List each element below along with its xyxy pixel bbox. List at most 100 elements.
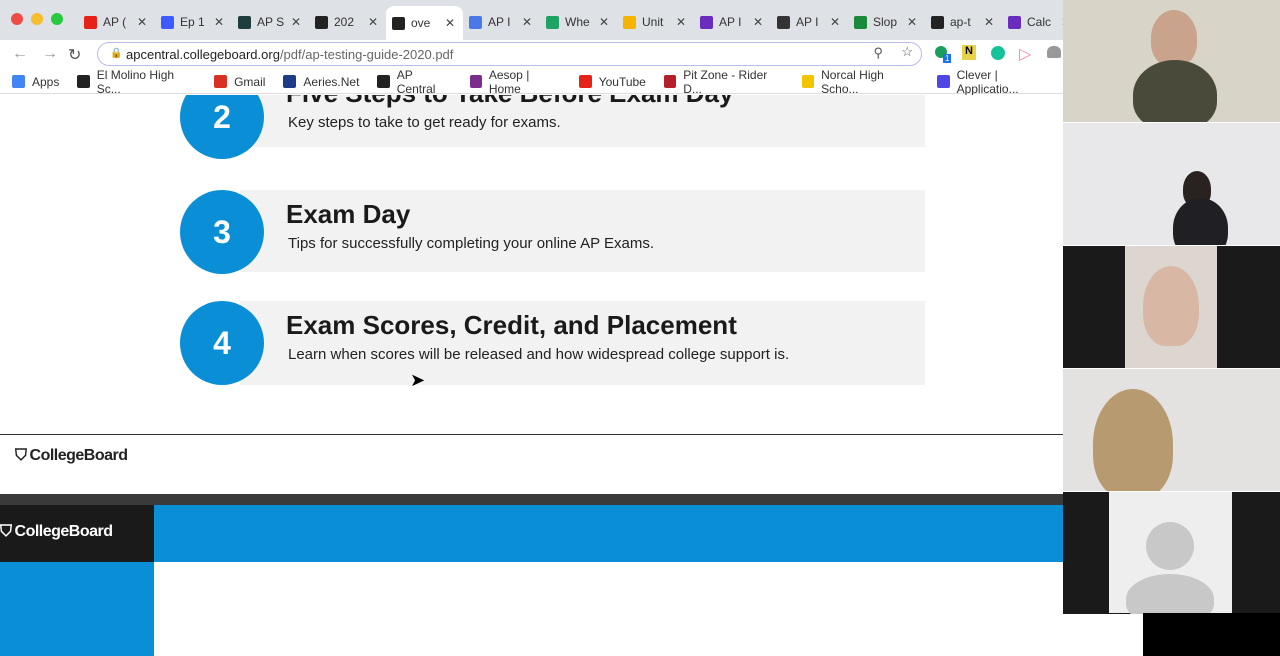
banner-blue-band — [154, 505, 1063, 562]
close-tab-icon[interactable]: ✕ — [291, 15, 301, 29]
tab[interactable]: Unit ✕ — [617, 8, 694, 36]
youtube-icon — [84, 15, 97, 29]
tab[interactable]: AP I ✕ — [463, 8, 540, 36]
bookmark[interactable]: Norcal High Scho... — [801, 68, 919, 96]
tab[interactable]: ap-t ✕ — [925, 8, 1002, 36]
close-tab-icon[interactable]: ✕ — [907, 15, 917, 29]
bookmark[interactable]: Pit Zone - Rider D... — [663, 68, 784, 96]
bookmark-label: YouTube — [598, 74, 646, 89]
black-area — [1143, 613, 1280, 656]
avatar-placeholder-icon — [1146, 522, 1194, 570]
close-tab-icon[interactable]: ✕ — [676, 15, 686, 29]
step-item[interactable]: 4 Exam Scores, Credit, and Placement Lea… — [180, 301, 925, 391]
tab-label: AP I — [796, 15, 819, 29]
sheets-icon — [546, 15, 559, 29]
mouse-cursor-icon: ➤ — [410, 370, 426, 390]
footer-logo-text: CollegeBoard — [29, 447, 129, 464]
screencast-icon[interactable]: ▷ — [1019, 44, 1031, 64]
close-tab-icon[interactable]: ✕ — [984, 15, 994, 29]
bookmark-icon — [469, 75, 482, 88]
step-number: 3 — [180, 190, 264, 274]
bookmark[interactable]: YouTube — [578, 74, 646, 89]
tab[interactable]: 202 ✕ — [309, 8, 386, 36]
bookmark-label: El Molino High Sc... — [96, 67, 175, 96]
url-input[interactable]: 🔒 apcentral.collegeboard.org/pdf/ap-testi… — [97, 42, 922, 66]
geogebra-icon — [854, 15, 867, 29]
notability-extension-icon[interactable]: N — [962, 45, 976, 60]
divider — [0, 434, 1063, 435]
video-tile[interactable] — [1063, 123, 1280, 245]
tab[interactable]: ove ✕ — [386, 6, 463, 40]
classroom-icon — [777, 15, 790, 29]
step-item[interactable]: 2 Five Steps to Take Before Exam Day Key… — [180, 95, 925, 170]
step-number: 2 — [180, 95, 264, 159]
video-tile[interactable] — [1063, 0, 1280, 122]
bookmark-label: Apps — [32, 74, 60, 89]
tab-bar: AP (✕ Ep 1 ✕ AP S ✕ 202 ✕ ove ✕ AP I ✕ Whe ✕ Unit ✕ AP … — [0, 0, 1071, 42]
video-call-panel — [1063, 0, 1280, 614]
tab-label: Unit — [642, 15, 664, 29]
bookmark-label: Aesop | Home — [488, 67, 530, 96]
tab[interactable]: AP S ✕ — [232, 8, 309, 36]
pdf-viewer[interactable]: 2 Five Steps to Take Before Exam Day Key… — [0, 95, 1063, 495]
grammarly-icon[interactable] — [991, 46, 1005, 60]
close-tab-icon[interactable]: ✕ — [522, 15, 532, 29]
bookmark-label: AP Central — [396, 67, 436, 96]
close-tab-icon[interactable]: ✕ — [599, 15, 609, 29]
address-bar-row: ← → ↻ 🔒 apcentral.collegeboard.org/pdf/ap… — [0, 40, 1063, 68]
window-controls[interactable] — [11, 13, 63, 25]
tab-label: AP I — [719, 15, 742, 29]
zoom-icon[interactable]: ⚲ — [873, 45, 883, 61]
star-icon[interactable]: ☆ — [901, 44, 913, 60]
close-tab-icon[interactable]: ✕ — [137, 15, 147, 29]
step-title: Five Steps to Take Before Exam Day — [286, 95, 733, 109]
extension-badge: 1 — [943, 54, 952, 63]
tab[interactable]: Slop ✕ — [848, 8, 925, 36]
bookmark[interactable]: El Molino High Sc... — [77, 68, 196, 96]
tab[interactable]: AP ( ✕ — [78, 8, 155, 36]
video-tile[interactable] — [1063, 246, 1280, 368]
tab[interactable]: Whe ✕ — [540, 8, 617, 36]
bookmark[interactable]: Aeries.Net — [283, 75, 359, 89]
shield-icon: ⛉ — [0, 523, 12, 540]
bookmark-label: Gmail — [234, 74, 266, 89]
tab[interactable]: Ep 1 ✕ — [155, 8, 232, 36]
bookmark-icon — [663, 75, 677, 88]
bookmark-icon — [77, 75, 90, 88]
tab-label: AP ( — [103, 15, 127, 29]
lock-icon: 🔒 — [110, 48, 123, 59]
shield-icon: ⛉ — [15, 447, 27, 464]
drive-icon — [623, 15, 636, 29]
tab-label: Ep 1 — [180, 15, 205, 29]
step-title: Exam Day — [286, 199, 411, 229]
bookmark-icon — [12, 75, 25, 88]
drive-extension-icon[interactable] — [1047, 46, 1061, 58]
close-tab-icon[interactable]: ✕ — [368, 15, 378, 29]
close-tab-icon[interactable]: ✕ — [830, 15, 840, 29]
video-tile[interactable] — [1063, 492, 1280, 614]
bookmark[interactable]: Gmail — [214, 75, 265, 89]
step-item[interactable]: 3 Exam Day Tips for successfully complet… — [180, 190, 925, 280]
bookmark-label: Clever | Applicatio... — [956, 67, 1019, 96]
video-tile[interactable] — [1063, 369, 1280, 491]
tab-label: ap-t — [950, 15, 971, 29]
bookmark[interactable]: AP Central — [377, 68, 451, 96]
bookmark-icon — [377, 75, 390, 88]
bookmark[interactable]: Aesop | Home — [469, 67, 561, 96]
close-tab-icon[interactable]: ✕ — [214, 15, 224, 29]
tab[interactable]: AP I ✕ — [771, 8, 848, 36]
close-tab-icon[interactable]: ✕ — [753, 15, 763, 29]
bookmark[interactable]: Clever | Applicatio... — [937, 68, 1057, 96]
tab[interactable]: AP I ✕ — [694, 8, 771, 36]
bookmark-icon — [801, 75, 815, 88]
back-icon[interactable]: ← — [12, 45, 28, 63]
reload-icon[interactable]: ↻ — [68, 45, 81, 65]
bookmark[interactable]: Apps — [12, 75, 59, 89]
collegeboard-icon — [315, 15, 328, 29]
step-title: Exam Scores, Credit, and Placement — [286, 310, 737, 340]
close-tab-icon[interactable]: ✕ — [445, 16, 455, 30]
tab-label: AP S — [257, 15, 285, 29]
step-number: 4 — [180, 301, 264, 385]
forward-icon[interactable]: → — [42, 45, 58, 63]
atom-icon — [238, 15, 251, 29]
